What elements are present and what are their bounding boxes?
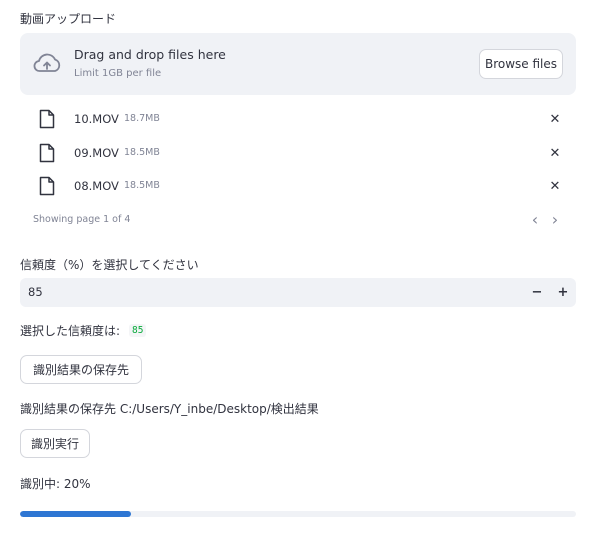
pagination-text: Showing page 1 of 4 — [33, 214, 131, 225]
save-path-text: 識別結果の保存先 C:/Users/Y_inbe/Desktop/検出結果 — [20, 402, 319, 416]
file-name: 08.MOV — [74, 179, 119, 193]
remove-file-button[interactable]: ✕ — [546, 144, 564, 162]
file-name: 09.MOV — [74, 146, 119, 160]
next-page-button[interactable]: › — [548, 209, 562, 229]
file-name: 10.MOV — [74, 112, 119, 126]
save-destination-button[interactable]: 識別結果の保存先 — [20, 355, 142, 384]
file-size: 18.5MB — [124, 147, 160, 158]
increment-button[interactable]: + — [552, 278, 574, 307]
close-icon: ✕ — [549, 111, 561, 127]
cloud-upload-icon — [33, 53, 61, 72]
progress-bar-fill — [20, 511, 131, 517]
remove-file-button[interactable]: ✕ — [546, 177, 564, 195]
uploaded-file-row: 10.MOV 18.7MB ✕ — [20, 106, 576, 132]
file-icon — [39, 143, 55, 163]
chevron-right-icon: › — [551, 209, 559, 229]
file-size: 18.7MB — [124, 113, 160, 124]
file-size: 18.5MB — [124, 180, 160, 191]
uploader-label: 動画アップロード — [20, 12, 117, 26]
decrement-button[interactable]: − — [526, 278, 548, 307]
confidence-number-input[interactable]: 85 − + — [20, 278, 576, 307]
progress-status-text: 識別中: 20% — [20, 477, 91, 491]
uploaded-file-row: 09.MOV 18.5MB ✕ — [20, 140, 576, 166]
dropzone-title: Drag and drop files here — [74, 47, 226, 62]
browse-files-button[interactable]: Browse files — [479, 49, 563, 79]
chevron-left-icon: ‹ — [531, 209, 539, 229]
file-icon — [39, 176, 55, 196]
confidence-value[interactable]: 85 — [28, 285, 43, 299]
selected-confidence-label: 選択した信頼度は: — [20, 324, 121, 338]
close-icon: ✕ — [549, 178, 561, 194]
selected-confidence-value: 85 — [129, 324, 147, 337]
dropzone-limit-text: Limit 1GB per file — [74, 68, 162, 79]
file-icon — [39, 109, 55, 129]
close-icon: ✕ — [549, 145, 561, 161]
progress-bar — [20, 511, 576, 517]
confidence-label: 信頼度（%）を選択してください — [20, 258, 199, 272]
uploaded-file-row: 08.MOV 18.5MB ✕ — [20, 173, 576, 199]
run-identification-button[interactable]: 識別実行 — [20, 429, 90, 458]
remove-file-button[interactable]: ✕ — [546, 110, 564, 128]
prev-page-button[interactable]: ‹ — [528, 209, 542, 229]
